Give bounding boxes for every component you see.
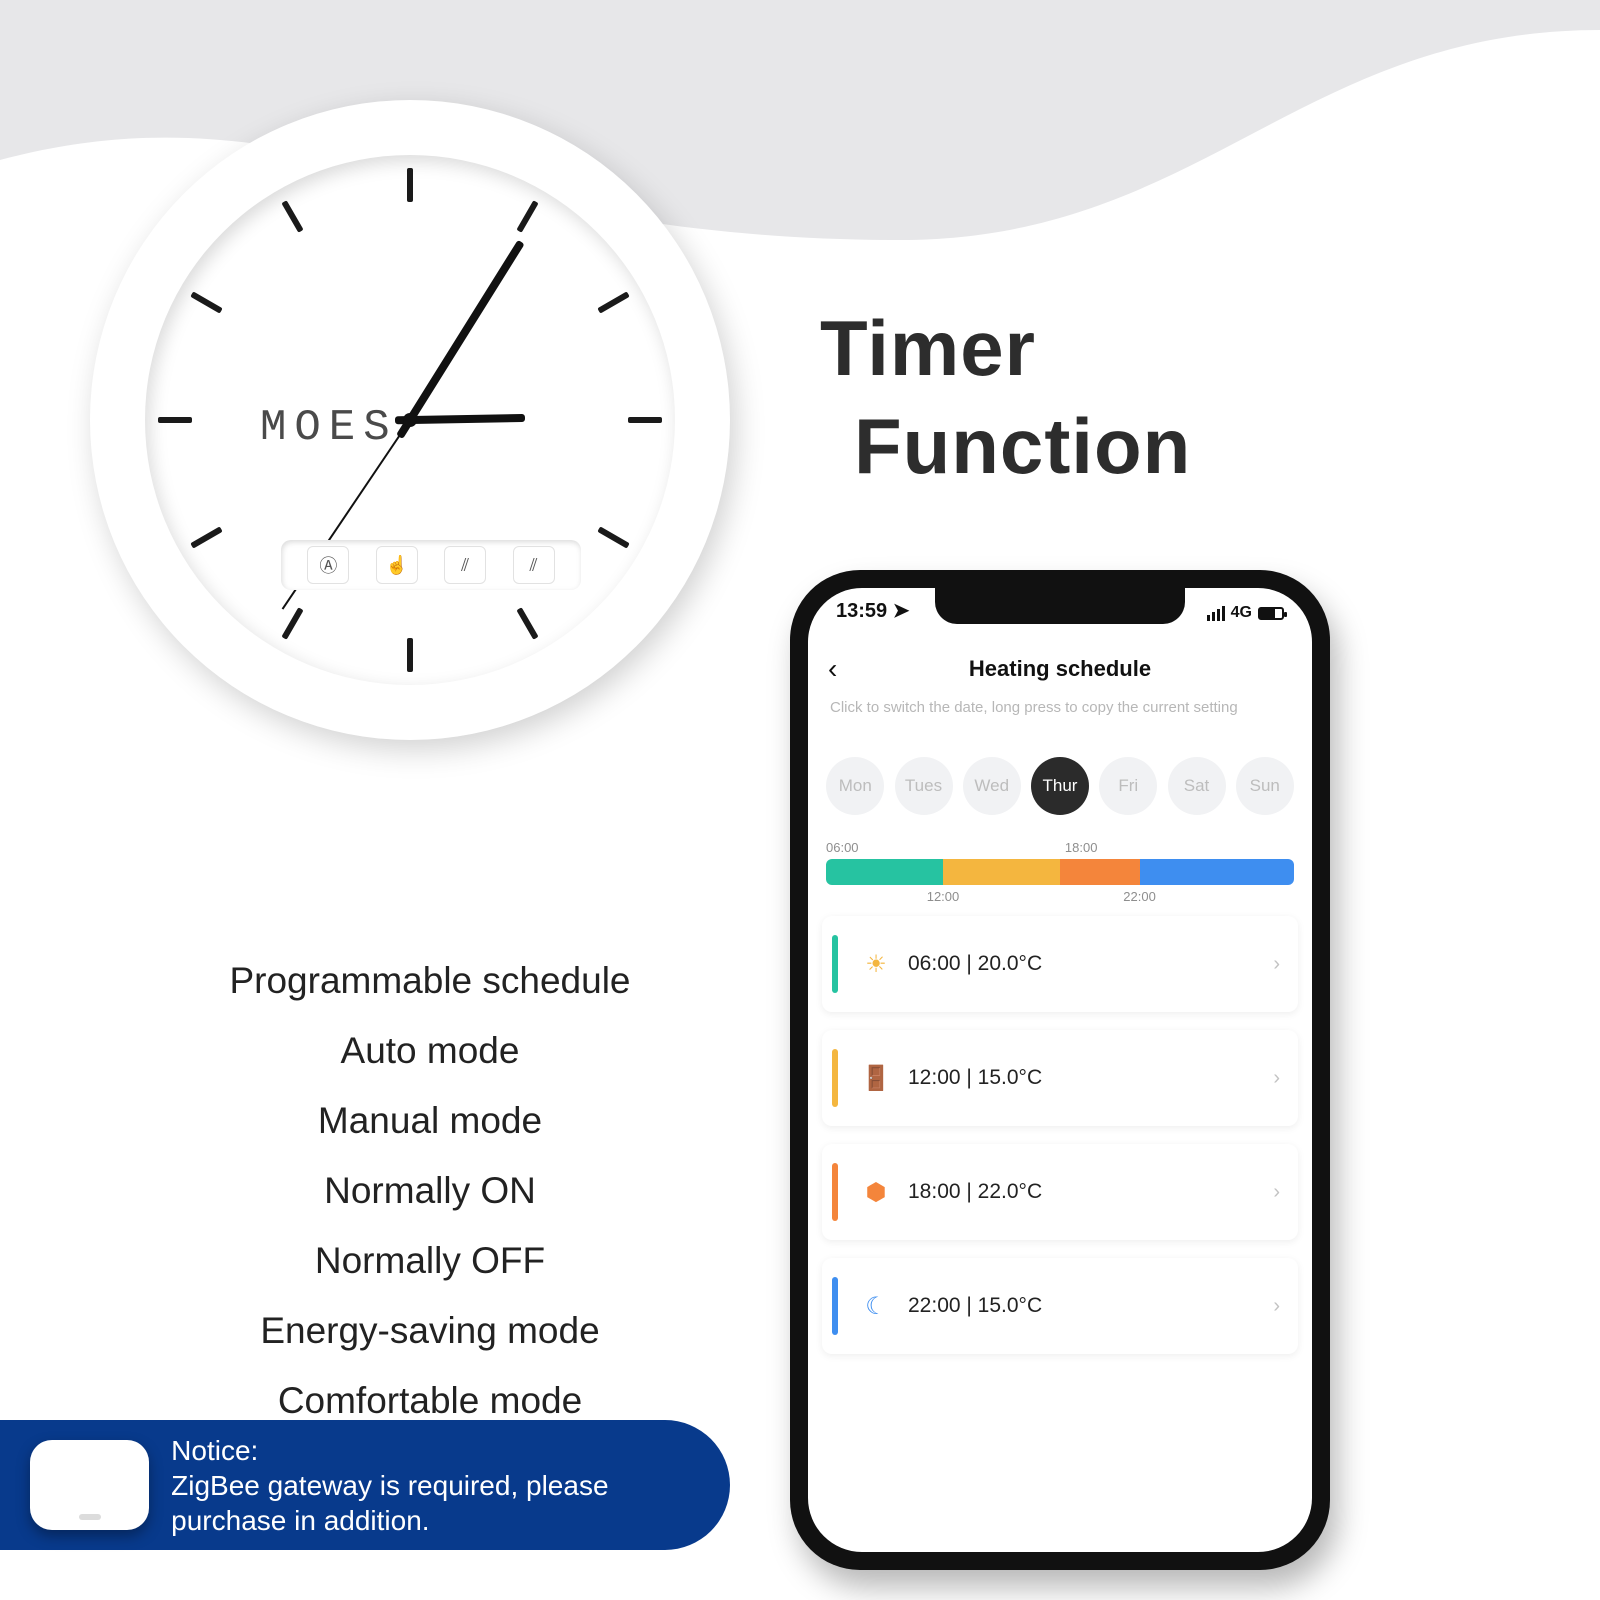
schedule-rows: ☀ 06:00 | 20.0°C › 🚪 12:00 | 15.0°C › ⬢ … — [822, 916, 1298, 1354]
timeline-label: 22:00 — [1123, 889, 1156, 904]
feature-item: Comfortable mode — [130, 1380, 730, 1422]
timeline-seg — [1060, 859, 1140, 885]
day-fri[interactable]: Fri — [1099, 757, 1157, 815]
sun-icon: ☀ — [858, 950, 894, 979]
home-icon: ⬢ — [858, 1178, 894, 1207]
gateway-hub-icon — [30, 1440, 149, 1530]
chevron-right-icon: › — [1273, 1181, 1280, 1204]
mode-manual-icon[interactable]: ☝ — [376, 546, 418, 584]
hero-title: Timer Function — [820, 300, 1520, 495]
row-stripe — [832, 1049, 838, 1107]
analog-clock: MOES Ⓐ ☝ ⫽ ⫽ — [90, 100, 730, 740]
screen-title: Heating schedule — [969, 656, 1151, 682]
schedule-row[interactable]: ⬢ 18:00 | 22.0°C › — [822, 1144, 1298, 1240]
row-stripe — [832, 1277, 838, 1335]
hint-text: Click to switch the date, long press to … — [830, 698, 1290, 718]
timeline-label: 12:00 — [927, 889, 960, 904]
day-wed[interactable]: Wed — [963, 757, 1021, 815]
phone-screen: 13:59 ➤ 4G ‹ Heating schedule Click to s… — [808, 588, 1312, 1552]
timeline: 06:00 18:00 12:00 22:00 — [826, 840, 1294, 907]
chevron-right-icon: › — [1273, 1067, 1280, 1090]
clock-pivot — [403, 413, 417, 427]
feature-item: Manual mode — [130, 1100, 730, 1142]
clock-brand: MOES — [260, 403, 398, 453]
status-right: 4G — [1207, 598, 1284, 628]
timeline-bar[interactable] — [826, 859, 1294, 885]
timeline-seg — [1140, 859, 1294, 885]
feature-list: Programmable schedule Auto mode Manual m… — [130, 960, 730, 1450]
hero-line-2: Function — [820, 398, 1520, 496]
day-selector: Mon Tues Wed Thur Fri Sat Sun — [808, 756, 1312, 816]
notice-heading: Notice: — [171, 1433, 730, 1468]
timeline-seg — [943, 859, 1060, 885]
chevron-right-icon: › — [1273, 1295, 1280, 1318]
status-bar: 13:59 ➤ 4G — [808, 598, 1312, 628]
row-stripe — [832, 935, 838, 993]
clock-mode-strip: Ⓐ ☝ ⫽ ⫽ — [281, 540, 581, 590]
chevron-right-icon: › — [1273, 953, 1280, 976]
row-label: 12:00 | 15.0°C — [908, 1066, 1042, 1090]
day-sun[interactable]: Sun — [1236, 757, 1294, 815]
row-label: 22:00 | 15.0°C — [908, 1294, 1042, 1318]
door-icon: 🚪 — [858, 1064, 894, 1093]
status-network: 4G — [1231, 604, 1252, 622]
row-label: 18:00 | 22.0°C — [908, 1180, 1042, 1204]
feature-item: Programmable schedule — [130, 960, 730, 1002]
feature-item: Normally ON — [130, 1170, 730, 1212]
notice-body: ZigBee gateway is required, please purch… — [171, 1468, 730, 1538]
feature-item: Normally OFF — [130, 1240, 730, 1282]
schedule-row[interactable]: ☾ 22:00 | 15.0°C › — [822, 1258, 1298, 1354]
timeline-label: 18:00 — [1065, 840, 1098, 855]
day-mon[interactable]: Mon — [826, 757, 884, 815]
hero-line-1: Timer — [820, 300, 1520, 398]
screen-header: ‹ Heating schedule — [808, 644, 1312, 694]
back-icon[interactable]: ‹ — [828, 653, 837, 685]
mode-auto-icon[interactable]: Ⓐ — [307, 546, 349, 584]
day-tues[interactable]: Tues — [895, 757, 953, 815]
battery-icon — [1258, 607, 1284, 620]
mode-eco-icon[interactable]: ⫽ — [444, 546, 486, 584]
timeline-seg — [826, 859, 943, 885]
moon-icon: ☾ — [858, 1292, 894, 1321]
schedule-row[interactable]: ☀ 06:00 | 20.0°C › — [822, 916, 1298, 1012]
timeline-label: 06:00 — [826, 840, 859, 855]
mode-comfort-icon[interactable]: ⫽ — [513, 546, 555, 584]
phone-frame: 13:59 ➤ 4G ‹ Heating schedule Click to s… — [790, 570, 1330, 1570]
day-sat[interactable]: Sat — [1168, 757, 1226, 815]
feature-item: Energy-saving mode — [130, 1310, 730, 1352]
signal-icon — [1207, 606, 1225, 621]
schedule-row[interactable]: 🚪 12:00 | 15.0°C › — [822, 1030, 1298, 1126]
status-time: 13:59 ➤ — [836, 598, 909, 628]
row-label: 06:00 | 20.0°C — [908, 952, 1042, 976]
feature-item: Auto mode — [130, 1030, 730, 1072]
notice-banner: Notice: ZigBee gateway is required, plea… — [0, 1420, 730, 1550]
row-stripe — [832, 1163, 838, 1221]
day-thur[interactable]: Thur — [1031, 757, 1089, 815]
